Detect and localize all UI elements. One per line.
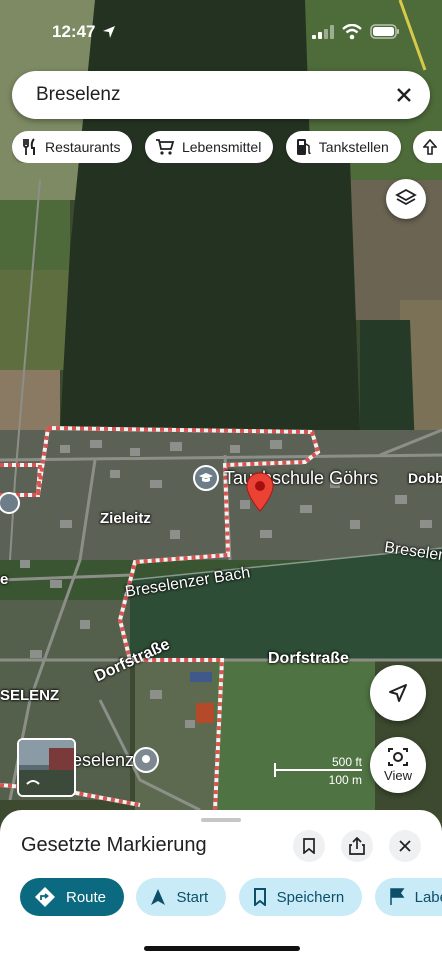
map-label-zieleitz: Zieleitz — [100, 510, 151, 527]
start-label: Start — [176, 888, 209, 906]
fork-knife-icon — [23, 138, 35, 155]
save-button[interactable]: Speichern — [238, 878, 363, 916]
place-marker-left-icon[interactable] — [0, 490, 22, 516]
more-icon — [423, 139, 438, 155]
bookmark-icon — [253, 888, 266, 906]
map-pin-icon[interactable] — [246, 472, 274, 512]
chip-label: Lebensmittel — [181, 139, 262, 155]
close-sheet-button[interactable] — [389, 830, 421, 862]
street-view-camera-icon — [388, 748, 408, 766]
sheet-title: Gesetzte Markierung — [21, 834, 207, 856]
save-label: Speichern — [276, 888, 345, 906]
search-bar[interactable]: Breselenz — [12, 71, 430, 119]
search-query[interactable]: Breselenz — [36, 84, 121, 106]
signal-icon — [312, 25, 334, 39]
view-button[interactable]: View — [370, 737, 426, 793]
close-icon — [399, 840, 411, 852]
flag-icon — [389, 888, 405, 905]
street-view-thumbnail[interactable] — [17, 738, 76, 797]
scale-meters: 100 m — [328, 773, 362, 787]
layers-button[interactable] — [386, 179, 426, 219]
scale-feet: 500 ft — [331, 755, 362, 769]
category-chips: Restaurants Lebensmittel Tankstellen F — [12, 131, 442, 163]
view-button-label: View — [384, 768, 412, 783]
chip-gas-stations[interactable]: Tankstellen — [285, 131, 401, 163]
my-location-button[interactable] — [370, 665, 426, 721]
bookmark-button[interactable] — [293, 830, 325, 862]
map-label-town-left: SELENZ — [0, 687, 60, 704]
map-label-road-dorfstrasse-2: Dorfstraße — [268, 650, 349, 667]
layers-icon — [395, 188, 417, 206]
label-button[interactable]: Label — [374, 878, 442, 916]
status-time: 12:47 — [52, 22, 96, 41]
navigation-arrow-icon — [389, 684, 407, 702]
chip-label: Restaurants — [45, 139, 121, 155]
map-label-town-bottom: eselenz — [72, 750, 135, 770]
close-icon[interactable] — [388, 79, 420, 111]
location-dot-icon[interactable] — [133, 747, 159, 773]
directions-icon — [35, 887, 55, 907]
route-label: Route — [66, 888, 107, 906]
chip-groceries[interactable]: Lebensmittel — [144, 131, 274, 163]
wifi-icon — [342, 24, 362, 40]
label-label: Label — [414, 888, 442, 906]
share-button[interactable] — [341, 830, 373, 862]
map-label-road-dobb: Dobb — [408, 470, 442, 486]
sheet-handle[interactable] — [201, 818, 241, 822]
fuel-pump-icon — [296, 139, 311, 155]
navigation-start-icon — [151, 889, 166, 905]
action-buttons: Route Start Speichern Label — [20, 878, 442, 916]
battery-icon — [370, 24, 399, 39]
chip-more[interactable]: F — [413, 131, 442, 163]
cart-icon — [155, 139, 175, 155]
map-label-left-edge: e — [0, 571, 9, 588]
bookmark-icon — [303, 838, 315, 854]
home-indicator — [144, 946, 300, 951]
graduation-cap-icon[interactable] — [193, 465, 219, 491]
bottom-sheet: Gesetzte Markierung Route Start Speicher… — [0, 810, 442, 960]
location-arrow-icon — [103, 26, 115, 38]
start-button[interactable]: Start — [136, 878, 227, 916]
route-button[interactable]: Route — [20, 878, 125, 916]
status-bar: 12:47 — [0, 0, 442, 60]
chip-restaurants[interactable]: Restaurants — [12, 131, 133, 163]
share-icon — [349, 837, 365, 855]
chip-label: Tankstellen — [318, 139, 389, 155]
map-scale: 500 ft 100 m — [274, 755, 364, 787]
